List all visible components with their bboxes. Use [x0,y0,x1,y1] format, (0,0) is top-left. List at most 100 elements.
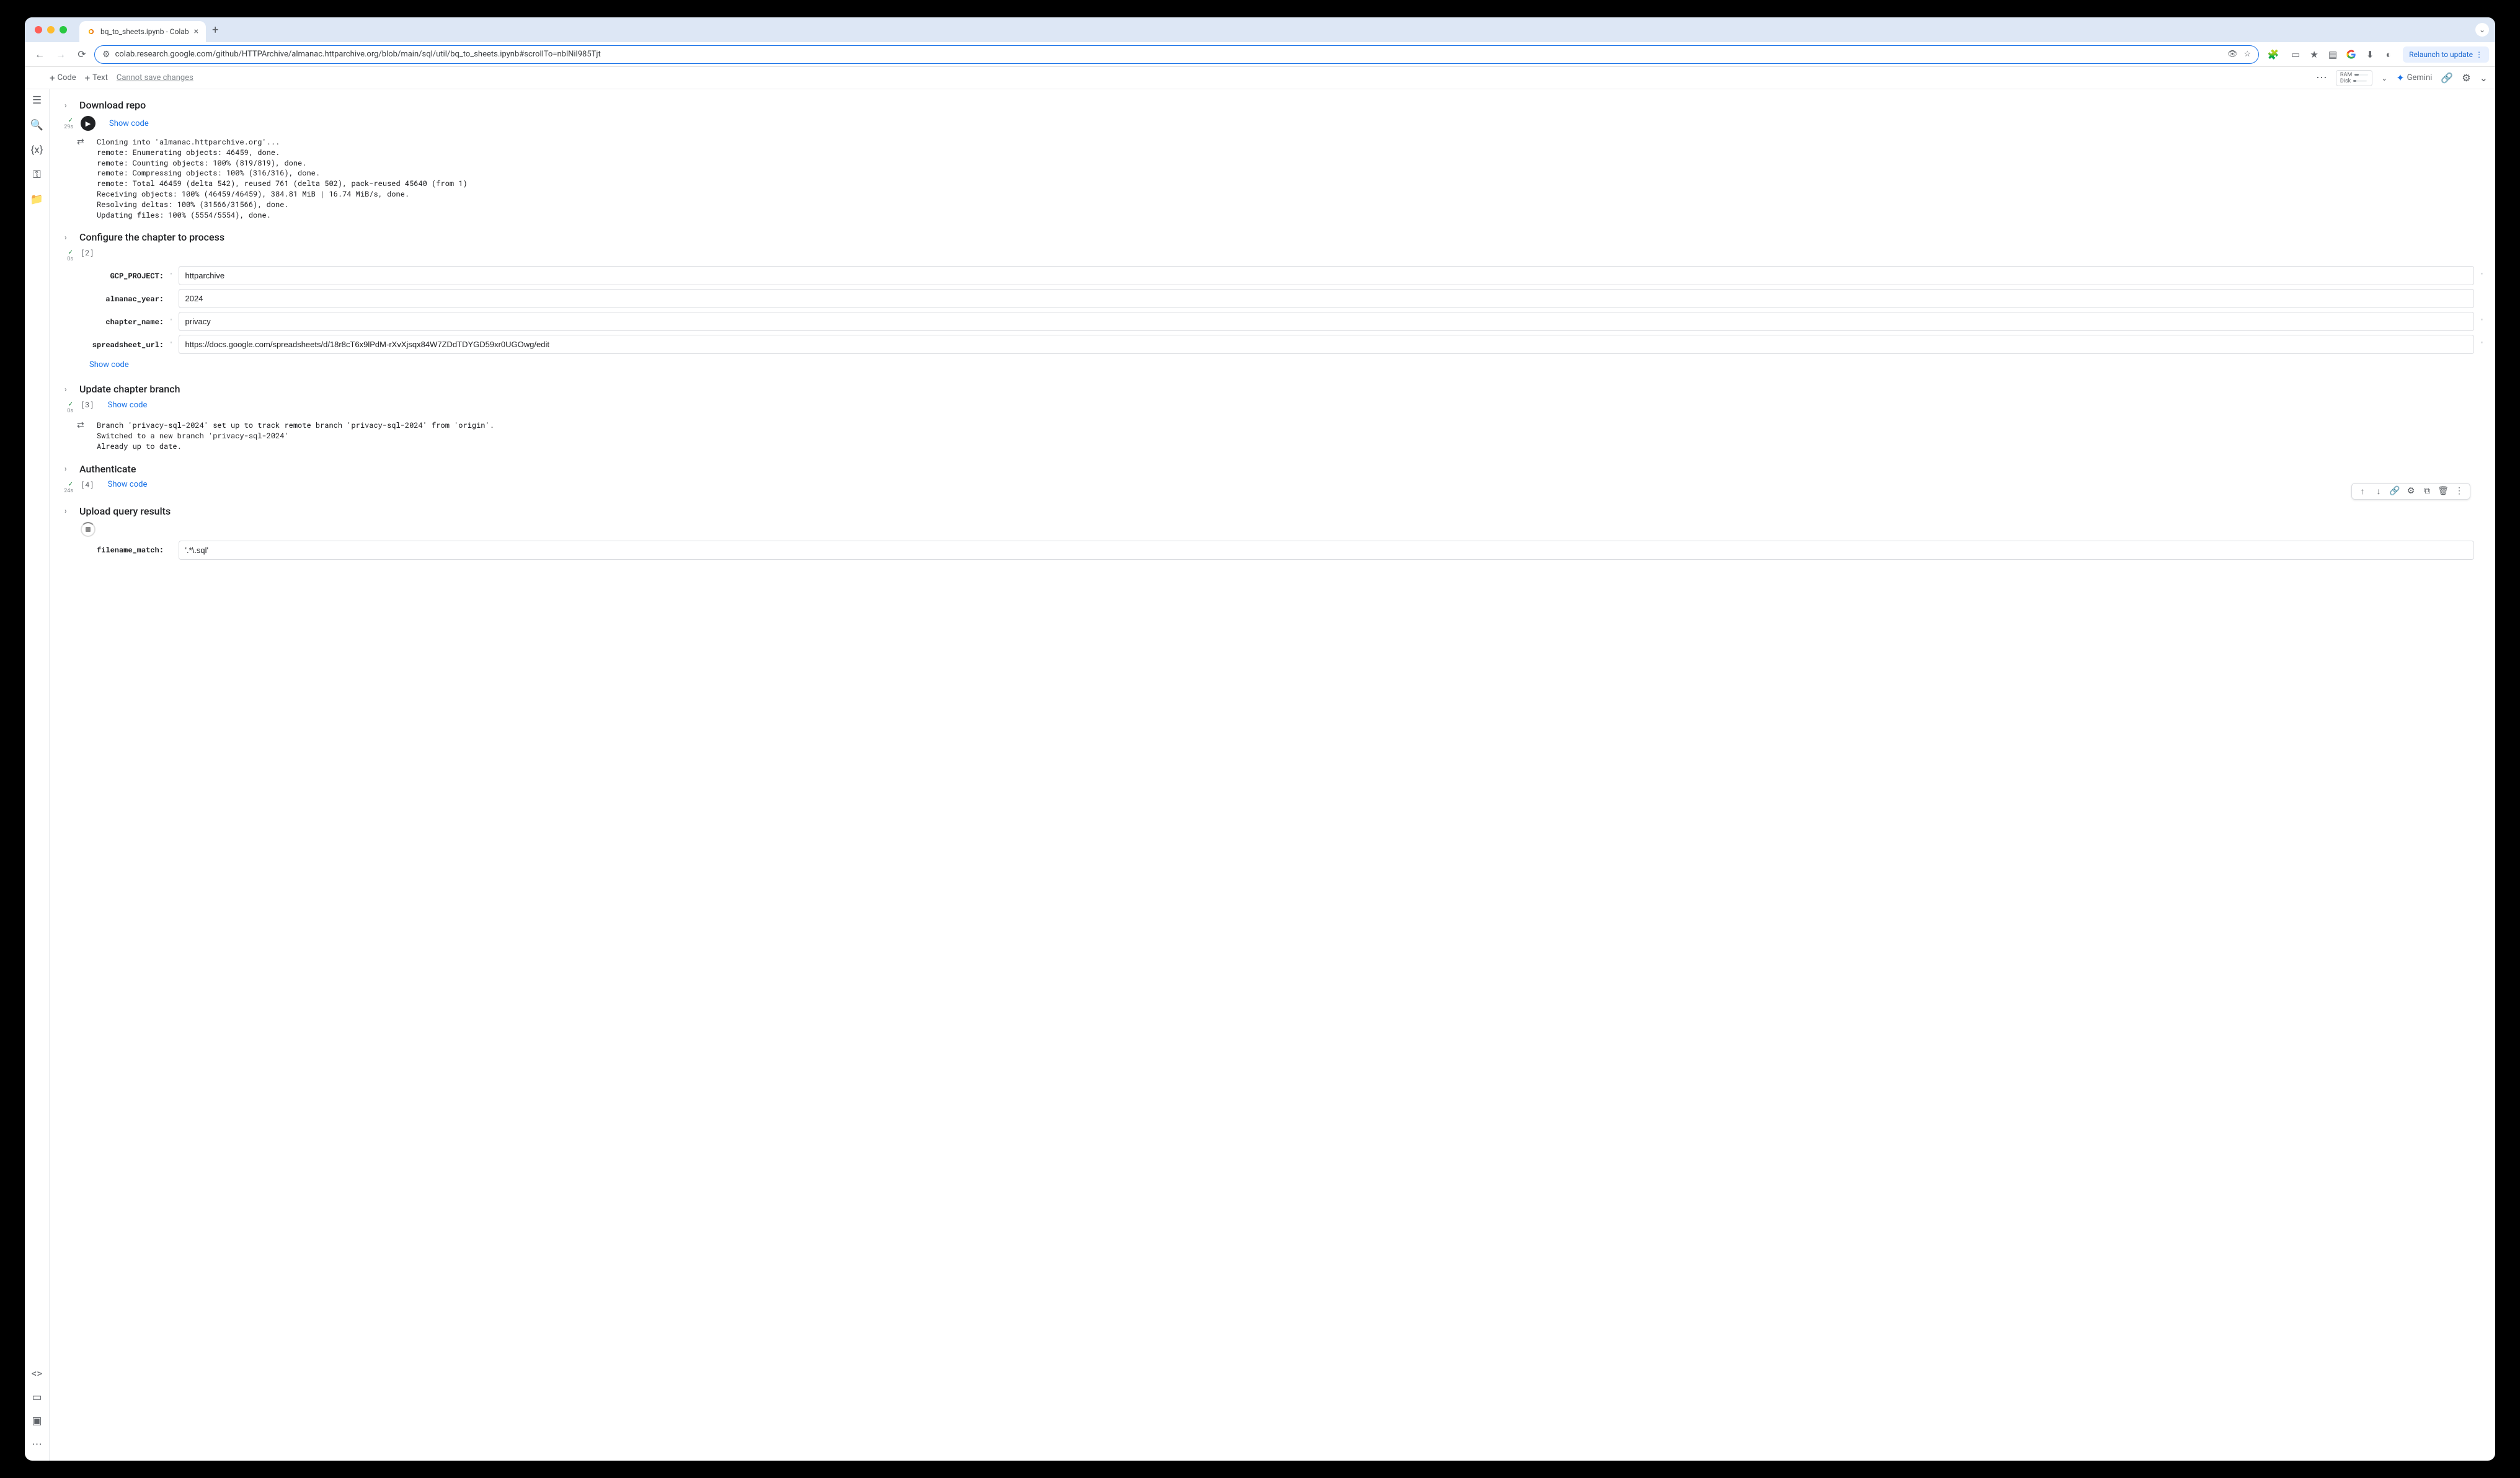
content-area: ☰ 🔍 {x} ⚿ 📁 <> ▭ ▣ ⋯ › Download repo [25,89,2495,1461]
tab-strip: bq_to_sheets.ipynb - Colab × + ⌄ [25,17,2495,42]
link-cell-icon[interactable]: 🔗 [2389,486,2400,497]
delete-cell-icon[interactable]: 🗑 [2438,486,2449,497]
section-configure: › Configure the chapter to process ✓ 0s … [55,228,2483,372]
toolbar-more-icon[interactable]: ⋯ [2316,71,2327,84]
expand-icon[interactable]: ⌄ [2480,72,2488,84]
secrets-icon[interactable]: ⚿ [30,167,45,182]
cell-5 [55,522,2483,537]
link-icon[interactable]: 🔗 [2441,72,2453,84]
output-toggle-icon[interactable]: ⇄ [77,420,92,451]
forward-button[interactable]: → [52,46,69,63]
show-code-link[interactable]: Show code [108,480,148,489]
left-rail: ☰ 🔍 {x} ⚿ 📁 <> ▭ ▣ ⋯ [25,89,50,1461]
add-code-button[interactable]: +Code [50,73,76,84]
move-down-icon[interactable]: ↓ [2373,486,2384,497]
section-authenticate: › Authenticate ✓ 24s [4] Show code [55,459,2483,494]
chevron-right-icon[interactable]: › [64,101,73,110]
toc-icon[interactable]: ☰ [30,93,45,108]
move-up-icon[interactable]: ↑ [2357,486,2368,497]
show-code-link[interactable]: Show code [108,400,148,410]
chevron-right-icon[interactable]: › [64,233,73,242]
cell-1: ✓ 29s ▶ Show code [55,116,2483,131]
google-icon[interactable] [2346,49,2357,60]
exec-number: [4] [81,480,94,490]
section-title: Configure the chapter to process [79,231,224,243]
section-download-repo: › Download repo ✓ 29s ▶ Show code [55,95,2483,220]
output-text: Cloning into 'almanac.httparchive.org'..… [97,137,468,220]
section-upload: ↑ ↓ 🔗 ⚙ ⧉ 🗑 ⋮ › Upload query results [55,502,2483,560]
chevron-right-icon[interactable]: › [64,464,73,473]
run-cell-button[interactable]: ▶ [81,116,95,131]
cell-3: ✓ 0s [3] Show code [55,400,2483,414]
tabs-dropdown-button[interactable]: ⌄ [2475,23,2489,37]
add-text-button[interactable]: +Text [85,73,108,84]
code-snippets-icon[interactable]: <> [30,1366,45,1381]
downloads-icon[interactable]: ⬇ [2364,49,2376,60]
form-row-chapter-name: chapter_name: " " [89,312,2483,331]
chevron-right-icon[interactable]: › [64,507,73,515]
close-tab-button[interactable]: × [194,27,198,37]
cell-settings-icon[interactable]: ⚙ [2405,486,2416,497]
cell-toolbar: ↑ ↓ 🔗 ⚙ ⧉ 🗑 ⋮ [2351,483,2470,500]
runtime-dropdown[interactable]: ⌄ [2381,74,2387,82]
reload-button[interactable]: ⟳ [73,46,91,63]
show-code-link[interactable]: Show code [89,360,129,370]
gcp-project-input[interactable] [179,266,2475,285]
filename-match-input[interactable] [179,541,2475,560]
more-menu-icon: ⋮ [2475,50,2483,59]
relaunch-button[interactable]: Relaunch to update ⋮ [2403,46,2489,63]
output-toggle-icon[interactable]: ⇄ [77,137,92,220]
address-bar[interactable]: ⚙ colab.research.google.com/github/HTTPA… [94,45,2259,64]
url-text: colab.research.google.com/github/HTTPArc… [115,50,2222,59]
settings-gear-icon[interactable]: ⚙ [2462,72,2470,84]
browser-window: bq_to_sheets.ipynb - Colab × + ⌄ ← → ⟳ ⚙… [25,17,2495,1461]
chevron-right-icon[interactable]: › [64,385,73,394]
exec-number: [2] [81,248,94,258]
extensions-icon[interactable]: 🧩 [2268,49,2279,60]
form-row-filename-match: filename_match: " " [89,541,2483,560]
variables-icon[interactable]: {x} [30,143,45,157]
cell-4: ✓ 24s [4] Show code [55,480,2483,494]
colab-toolbar: +Code +Text Cannot save changes ⋯ RAM Di… [25,67,2495,89]
running-cell-button[interactable] [81,522,95,537]
cell-gutter: ✓ 29s [55,116,77,131]
profile-icon[interactable]: ◐ [2383,49,2394,60]
side-panel-icon[interactable]: ▤ [2327,49,2338,60]
bookmarks-bar-icon[interactable]: ★ [2309,49,2320,60]
site-info-icon[interactable]: ⚙ [102,50,110,60]
files-icon[interactable]: 📁 [30,192,45,207]
terminal-icon[interactable]: ▣ [30,1414,45,1428]
gemini-button[interactable]: ✦Gemini [2396,72,2432,84]
browser-tab[interactable]: bq_to_sheets.ipynb - Colab × [79,21,206,42]
search-icon[interactable]: 🔍 [30,118,45,133]
back-button[interactable]: ← [31,46,48,63]
close-window-button[interactable] [35,26,42,33]
spreadsheet-url-input[interactable] [179,335,2475,354]
maximize-window-button[interactable] [60,26,67,33]
resource-indicator[interactable]: RAM Disk [2336,70,2372,86]
eye-icon[interactable]: 👁 [2227,50,2238,59]
cell-output: ⇄ Cloning into 'almanac.httparchive.org'… [77,137,2483,220]
chapter-name-input[interactable] [179,312,2475,331]
cell-gutter [55,522,77,537]
cell-gutter: ✓ 0s [55,400,77,414]
cannot-save-link[interactable]: Cannot save changes [117,73,193,82]
cell-more-icon[interactable]: ⋮ [2454,486,2465,497]
cell-2: ✓ 0s [2] [55,248,2483,262]
window-controls [35,26,67,33]
mirror-cell-icon[interactable]: ⧉ [2421,486,2433,497]
new-tab-button[interactable]: + [212,24,218,37]
bookmark-star-icon[interactable]: ☆ [2243,50,2251,59]
show-code-link[interactable]: Show code [109,119,149,128]
check-icon: ✓ [68,117,73,124]
command-palette-icon[interactable]: ▭ [30,1390,45,1405]
reading-list-icon[interactable]: ▭ [2290,49,2301,60]
minimize-window-button[interactable] [47,26,55,33]
rail-more-icon[interactable]: ⋯ [30,1437,45,1452]
check-icon: ✓ [68,401,73,408]
notebook[interactable]: › Download repo ✓ 29s ▶ Show code [50,89,2495,1461]
section-title: Update chapter branch [79,383,180,395]
exec-number: [3] [81,400,94,410]
tab-title: bq_to_sheets.ipynb - Colab [100,27,189,36]
almanac-year-input[interactable] [179,289,2475,308]
